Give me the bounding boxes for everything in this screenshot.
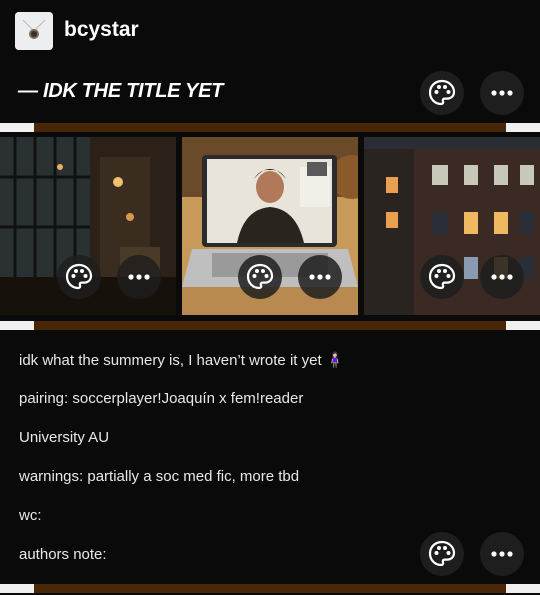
more-dots-icon — [309, 274, 331, 280]
text-wordcount: wc: — [19, 507, 42, 524]
palette-button-bottom[interactable] — [420, 532, 464, 576]
divider-strip-bottom — [0, 584, 540, 593]
more-button-photo-3[interactable] — [480, 255, 524, 299]
text-summary: idk what the summery is, I haven’t wrote… — [19, 352, 345, 369]
palette-button-photo-1[interactable] — [57, 255, 101, 299]
more-dots-icon — [491, 90, 513, 96]
palette-icon — [65, 263, 93, 290]
palette-icon — [428, 79, 456, 106]
more-dots-icon — [491, 551, 513, 557]
text-authors-note: authors note: — [19, 546, 107, 563]
more-dots-icon — [128, 274, 150, 280]
divider-strip-middle — [0, 321, 540, 330]
more-button-bottom[interactable] — [480, 532, 524, 576]
palette-icon — [246, 263, 274, 290]
divider-strip-top — [0, 123, 540, 132]
photo-row — [0, 137, 540, 315]
text-au: University AU — [19, 429, 110, 446]
blog-name[interactable]: bcystar — [64, 18, 139, 42]
more-button-photo-2[interactable] — [298, 255, 342, 299]
more-dots-icon — [491, 274, 513, 280]
post-header: bcystar — [0, 0, 540, 62]
text-pairing: pairing: soccerplayer!Joaquín x fem!read… — [19, 390, 304, 407]
blog-avatar[interactable] — [15, 12, 53, 50]
palette-button-photo-3[interactable] — [420, 255, 464, 299]
palette-button-photo-2[interactable] — [238, 255, 282, 299]
palette-icon — [428, 263, 456, 290]
palette-button-title[interactable] — [420, 71, 464, 115]
more-button-title[interactable] — [480, 71, 524, 115]
palette-icon — [428, 540, 456, 567]
text-warnings: warnings: partially a soc med fic, more … — [19, 468, 300, 485]
post-title: — IDK THE TITLE YET — [18, 80, 224, 102]
more-button-photo-1[interactable] — [117, 255, 161, 299]
